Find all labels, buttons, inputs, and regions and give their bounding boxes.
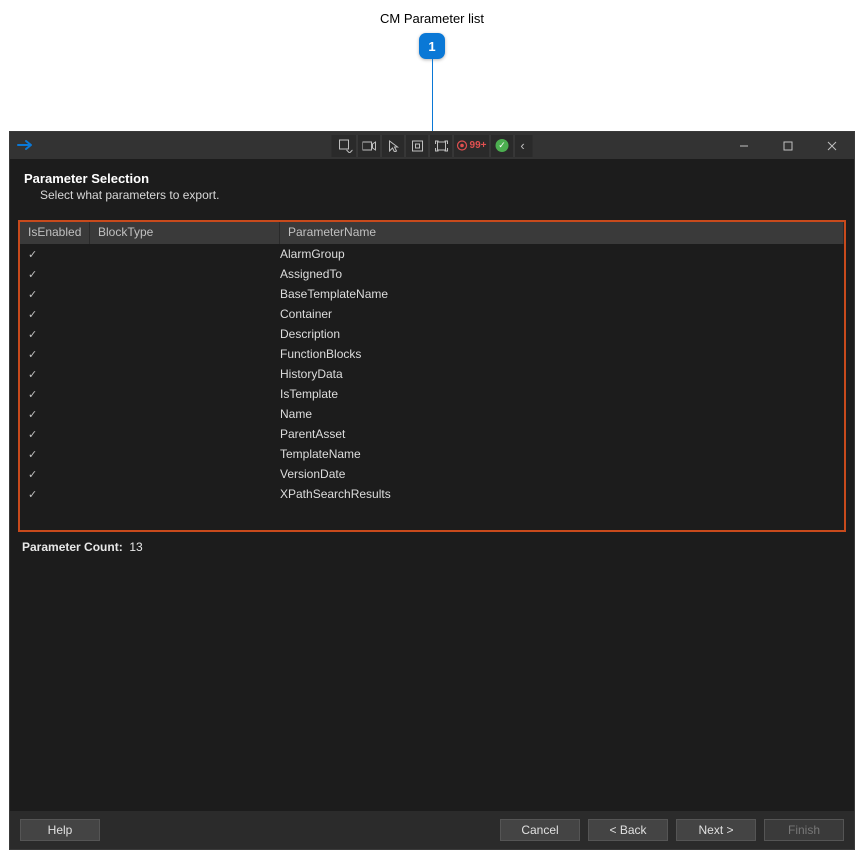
check-icon: ✓: [28, 429, 37, 441]
cell-isenabled[interactable]: ✓: [20, 487, 90, 501]
check-icon: ✓: [28, 309, 37, 321]
wizard-window: 99+ ✓ ‹ Parameter Selection Select what …: [9, 131, 855, 850]
wizard-header: Parameter Selection Select what paramete…: [10, 159, 854, 212]
cell-parametername: ParentAsset: [280, 427, 844, 441]
table-row[interactable]: ✓ XPathSearchResults: [20, 484, 844, 504]
toolbar-notification-count: 99+: [470, 140, 487, 151]
column-header-isenabled[interactable]: IsEnabled: [20, 222, 90, 244]
wizard-arrow-icon: [17, 138, 33, 154]
cancel-button[interactable]: Cancel: [500, 819, 580, 841]
column-header-parametername[interactable]: ParameterName: [280, 222, 844, 244]
cell-parametername: Description: [280, 327, 844, 341]
cell-isenabled[interactable]: ✓: [20, 327, 90, 341]
cell-isenabled[interactable]: ✓: [20, 267, 90, 281]
toolbar-square-icon[interactable]: [406, 135, 430, 157]
cell-isenabled[interactable]: ✓: [20, 407, 90, 421]
parameter-count-value: 13: [129, 540, 142, 554]
cell-parametername: XPathSearchResults: [280, 487, 844, 501]
cell-parametername: AssignedTo: [280, 267, 844, 281]
cell-parametername: BaseTemplateName: [280, 287, 844, 301]
cell-isenabled[interactable]: ✓: [20, 467, 90, 481]
cell-parametername: AlarmGroup: [280, 247, 844, 261]
back-button[interactable]: < Back: [588, 819, 668, 841]
cell-parametername: FunctionBlocks: [280, 347, 844, 361]
check-icon: ✓: [28, 289, 37, 301]
close-button[interactable]: [810, 132, 854, 159]
table-row[interactable]: ✓ Name: [20, 404, 844, 424]
check-icon: ✓: [28, 269, 37, 281]
cell-parametername: TemplateName: [280, 447, 844, 461]
check-icon: ✓: [28, 349, 37, 361]
toolbar-notification-badge[interactable]: 99+: [454, 135, 491, 157]
toolbar-nav-arrow[interactable]: ‹: [514, 135, 530, 157]
cell-parametername: IsTemplate: [280, 387, 844, 401]
page-title: Parameter Selection: [24, 171, 840, 186]
annotation-callout-bubble: 1: [419, 33, 445, 59]
cell-isenabled[interactable]: ✓: [20, 287, 90, 301]
table-body: ✓AlarmGroup✓AssignedTo✓BaseTemplateName✓…: [20, 244, 844, 530]
titlebar: 99+ ✓ ‹: [10, 132, 854, 159]
maximize-button[interactable]: [766, 132, 810, 159]
toolbar-resize-icon[interactable]: [430, 135, 454, 157]
toolbar-record-icon[interactable]: [358, 135, 382, 157]
table-row[interactable]: ✓ Container: [20, 304, 844, 324]
wizard-footer: Help Cancel < Back Next > Finish: [10, 811, 854, 849]
table-row[interactable]: ✓ AssignedTo: [20, 264, 844, 284]
cell-isenabled[interactable]: ✓: [20, 447, 90, 461]
annotation-label: CM Parameter list: [0, 11, 864, 26]
cell-parametername: Name: [280, 407, 844, 421]
cell-isenabled[interactable]: ✓: [20, 307, 90, 321]
cell-isenabled[interactable]: ✓: [20, 247, 90, 261]
table-row[interactable]: ✓ BaseTemplateName: [20, 284, 844, 304]
parameter-table: IsEnabled BlockType ParameterName ✓ Alarm…: [18, 220, 846, 532]
table-row[interactable]: ✓ VersionDate: [20, 464, 844, 484]
check-icon: ✓: [28, 389, 37, 401]
cell-isenabled[interactable]: ✓: [20, 367, 90, 381]
table-row[interactable]: ✓ TemplateName: [20, 444, 844, 464]
table-row[interactable]: ✓ AlarmGroup: [20, 244, 844, 264]
table-row[interactable]: ✓ IsTemplate: [20, 384, 844, 404]
next-button[interactable]: Next >: [676, 819, 756, 841]
parameter-count-label: Parameter Count:: [22, 540, 123, 554]
check-icon: ✓: [28, 409, 37, 421]
table-row[interactable]: ✓ HistoryData: [20, 364, 844, 384]
cell-parametername: HistoryData: [280, 367, 844, 381]
toolbar-status-ok-icon[interactable]: ✓: [490, 135, 514, 157]
table-row[interactable]: ✓ FunctionBlocks: [20, 344, 844, 364]
column-header-blocktype[interactable]: BlockType: [90, 222, 280, 244]
minimize-button[interactable]: [722, 132, 766, 159]
toolbar-cursor-icon[interactable]: [382, 135, 406, 157]
check-icon: ✓: [28, 249, 37, 261]
help-button[interactable]: Help: [20, 819, 100, 841]
table-row[interactable]: ✓ ParentAsset: [20, 424, 844, 444]
toolbar-launch-icon[interactable]: [334, 135, 358, 157]
parameter-count-row: Parameter Count: 13: [10, 536, 854, 558]
titlebar-toolbar: 99+ ✓ ‹: [332, 135, 533, 157]
check-icon: ✓: [28, 449, 37, 461]
table-row[interactable]: ✓ Description: [20, 324, 844, 344]
check-icon: ✓: [28, 469, 37, 481]
check-icon: ✓: [28, 369, 37, 381]
page-subtitle: Select what parameters to export.: [24, 188, 840, 202]
window-controls: [722, 132, 854, 159]
table-header-row: IsEnabled BlockType ParameterName: [20, 222, 844, 244]
finish-button: Finish: [764, 819, 844, 841]
cell-parametername: VersionDate: [280, 467, 844, 481]
check-icon: ✓: [28, 329, 37, 341]
cell-isenabled[interactable]: ✓: [20, 427, 90, 441]
check-icon: ✓: [28, 489, 37, 501]
cell-isenabled[interactable]: ✓: [20, 387, 90, 401]
cell-parametername: Container: [280, 307, 844, 321]
cell-isenabled[interactable]: ✓: [20, 347, 90, 361]
